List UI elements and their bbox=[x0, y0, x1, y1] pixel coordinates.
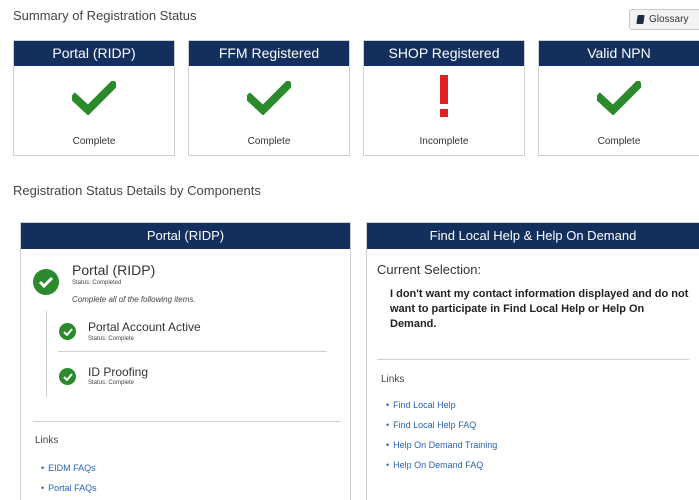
summary-card-portal: Portal (RIDP) Complete bbox=[13, 40, 175, 156]
subitem-title: ID Proofing bbox=[88, 365, 149, 379]
link-item[interactable]: • Find Local Help bbox=[386, 395, 456, 413]
link-item[interactable]: • Portal FAQs bbox=[41, 478, 97, 496]
subitem-status: Status: Complete bbox=[88, 336, 135, 342]
card-title: Portal (RIDP) bbox=[14, 41, 174, 66]
component-title: Portal (RIDP) bbox=[72, 262, 156, 278]
glossary-button[interactable]: Glossary bbox=[629, 9, 699, 30]
check-icon bbox=[72, 81, 116, 115]
subitem-title: Portal Account Active bbox=[88, 320, 201, 334]
link-item[interactable]: • EIDM FAQs bbox=[41, 458, 96, 476]
section-title: Registration Status Details by Component… bbox=[13, 183, 261, 198]
bullet: • bbox=[41, 463, 45, 473]
check-icon bbox=[597, 81, 641, 115]
check-circle-icon bbox=[59, 323, 76, 340]
component-status: Status: Completed bbox=[72, 280, 122, 286]
selection-text: I don't want my contact information disp… bbox=[390, 288, 689, 330]
link-help-on-demand-faq[interactable]: Help On Demand FAQ bbox=[393, 460, 483, 470]
bullet: • bbox=[386, 440, 390, 450]
subitems-rule bbox=[46, 311, 47, 397]
panel-title: Find Local Help & Help On Demand bbox=[367, 223, 699, 249]
portal-details-panel: Portal (RIDP) Portal (RIDP) Status: Comp… bbox=[20, 222, 351, 500]
exclamation-icon bbox=[440, 75, 448, 117]
check-circle-icon bbox=[33, 269, 59, 295]
link-find-local-help-faq[interactable]: Find Local Help FAQ bbox=[393, 420, 476, 430]
bullet: • bbox=[41, 483, 45, 493]
summary-card-shop: SHOP Registered Incomplete bbox=[363, 40, 525, 156]
card-title: FFM Registered bbox=[189, 41, 349, 66]
glossary-label: Glossary bbox=[649, 14, 689, 25]
link-item[interactable]: • Help On Demand FAQ bbox=[386, 455, 483, 473]
links-label: Links bbox=[381, 374, 405, 385]
divider bbox=[58, 351, 327, 352]
link-help-on-demand-training[interactable]: Help On Demand Training bbox=[393, 440, 497, 450]
summary-card-npn: Valid NPN Complete bbox=[538, 40, 699, 156]
current-selection-label: Current Selection: bbox=[377, 262, 482, 277]
help-details-panel: Find Local Help & Help On Demand Current… bbox=[366, 222, 699, 500]
links-label: Links bbox=[35, 435, 59, 446]
link-find-local-help[interactable]: Find Local Help bbox=[393, 400, 456, 410]
bullet: • bbox=[386, 460, 390, 470]
check-icon bbox=[247, 81, 291, 115]
status-text: Complete bbox=[597, 136, 641, 147]
link-item[interactable]: • Find Local Help FAQ bbox=[386, 415, 476, 433]
panel-title: Portal (RIDP) bbox=[21, 223, 350, 249]
divider bbox=[33, 421, 341, 422]
status-text: Complete bbox=[72, 136, 116, 147]
status-text: Incomplete bbox=[419, 136, 469, 147]
status-text: Complete bbox=[247, 136, 291, 147]
bullet: • bbox=[386, 400, 390, 410]
link-eidm-faqs[interactable]: EIDM FAQs bbox=[48, 463, 96, 473]
page-title: Summary of Registration Status bbox=[13, 8, 197, 23]
summary-card-ffm: FFM Registered Complete bbox=[188, 40, 350, 156]
book-icon bbox=[636, 15, 645, 24]
component-instruction: Complete all of the following items. bbox=[72, 295, 196, 304]
card-title: SHOP Registered bbox=[364, 41, 524, 66]
link-portal-faqs[interactable]: Portal FAQs bbox=[48, 483, 97, 493]
bullet: • bbox=[386, 420, 390, 430]
card-title: Valid NPN bbox=[539, 41, 699, 66]
subitem-status: Status: Complete bbox=[88, 380, 135, 386]
link-item[interactable]: • Help On Demand Training bbox=[386, 435, 497, 453]
check-circle-icon bbox=[59, 368, 76, 385]
divider bbox=[377, 359, 689, 360]
